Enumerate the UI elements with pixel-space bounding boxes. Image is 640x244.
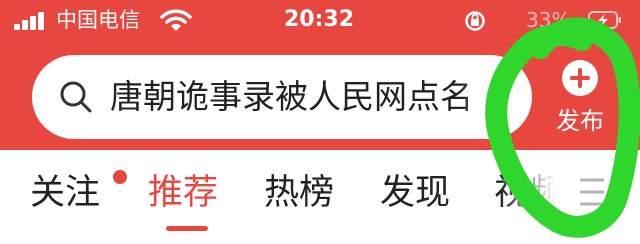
tab-recommended[interactable]: 推荐 [148,170,218,216]
status-time: 20:32 [284,7,355,32]
carrier-name: 中国电信 [56,8,140,32]
tab-discover[interactable]: 发现 [380,170,450,216]
tab-hot-list[interactable]: 热榜 [264,170,334,216]
wifi-icon [160,9,192,31]
tab-follow[interactable]: 关注 [30,170,100,216]
active-tab-indicator [166,226,208,231]
notification-dot [113,170,127,184]
search-bar[interactable]: 唐朝诡事录被人民网点名 [32,55,532,139]
search-icon [60,81,92,113]
green-circle-marker [485,17,640,238]
search-hot-query[interactable]: 唐朝诡事录被人民网点名 [110,75,520,119]
signal-icon [14,12,48,30]
